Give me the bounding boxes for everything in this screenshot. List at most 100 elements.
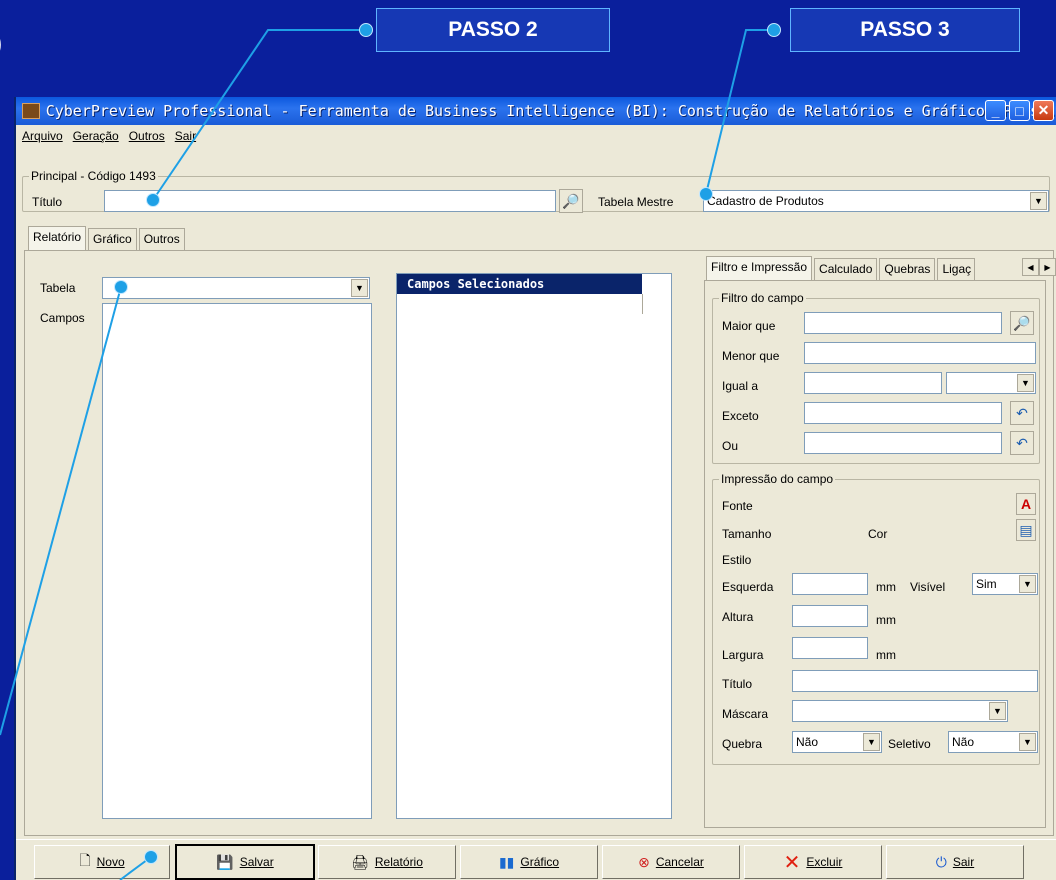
cor-label: Cor [868,527,888,541]
menu-sair[interactable]: Sair [175,129,196,143]
menu-arquivo[interactable]: Arquivo [22,129,63,143]
fonte-label: Fonte [722,499,753,513]
tab-scroll-right-icon[interactable]: ▶ [1039,258,1056,276]
tabela-select[interactable]: ▼ [102,277,370,299]
tab-relatorio[interactable]: Relatório [28,226,87,250]
app-window: CyberPreview Professional - Ferramenta d… [14,97,1056,880]
igual-a-label: Igual a [722,379,759,393]
chevron-down-icon[interactable]: ▼ [863,733,880,751]
font-icon[interactable]: A [1016,493,1036,515]
minimize-icon[interactable]: _ [985,100,1006,121]
altura-mm-label: mm [876,613,896,627]
main-tabs: Relatório Gráfico Outros [28,226,187,250]
altura-label: Altura [722,610,754,624]
tabela-mestre-select[interactable]: Cadastro de Produtos ▼ [703,190,1049,212]
titulo-input[interactable] [104,190,556,212]
search-icon[interactable]: 🔎 [559,189,583,213]
principal-group-title: Principal - Código 1493 [29,169,158,183]
maior-que-input[interactable] [804,312,1002,334]
callout-dot [144,850,158,864]
right-tabs: Filtro e Impressão Calculado Quebras Lig… [706,256,977,280]
relatorio-button[interactable]: 🖨 Relatório [318,845,456,879]
callout-dot [146,193,160,207]
callout-dot [767,23,781,37]
tab-grafico[interactable]: Gráfico [88,228,137,250]
cancelar-button[interactable]: ⊗ Cancelar [602,845,740,879]
maximize-icon[interactable]: □ [1009,100,1030,121]
igual-a-select[interactable]: ▼ [946,372,1036,394]
campos-label: Campos [40,311,85,325]
menor-que-input[interactable] [804,342,1036,364]
cancel-icon: ⊗ [638,853,650,870]
printer-icon: 🖨 [351,853,369,870]
save-icon: 💾 [216,853,234,870]
titulo-campo-input[interactable] [792,670,1038,692]
largura-input[interactable] [792,637,868,659]
close-icon[interactable]: ✕ [1033,100,1054,121]
campos-selecionados-list[interactable]: Campos Selecionados [396,273,672,819]
quebra-select[interactable]: Não ▼ [792,731,882,753]
chevron-down-icon[interactable]: ▼ [1019,733,1036,751]
undo-icon[interactable]: ↶ [1010,401,1034,425]
campos-list[interactable] [102,303,372,819]
delete-x-icon: ✕ [783,851,801,874]
sair-button[interactable]: ⏻ Sair [886,845,1024,879]
igual-a-input[interactable] [804,372,942,394]
title-bar[interactable]: CyberPreview Professional - Ferramenta d… [16,97,1056,125]
step-3-callout: PASSO 3 [790,8,1020,52]
chevron-down-icon[interactable]: ▼ [351,279,368,297]
callout-dot [699,187,713,201]
visivel-label: Visível [910,580,946,594]
tamanho-label: Tamanho [722,527,772,541]
excluir-button[interactable]: ✕ Excluir [744,845,882,879]
grafico-button[interactable]: ▮▮ Gráfico [460,845,598,879]
bar-chart-icon: ▮▮ [498,853,515,870]
filtro-group-title: Filtro do campo [719,291,806,305]
button-bar: 🗋 Novo 💾 Salvar 🖨 Relatório ▮▮ Gráfico ⊗ Canc… [16,839,1056,880]
altura-input[interactable] [792,605,868,627]
tabela-mestre-label: Tabela Mestre [598,195,674,209]
esquerda-label: Esquerda [722,580,774,594]
maior-que-label: Maior que [722,319,776,333]
slide-edge-char: ) [0,30,2,58]
quebra-label: Quebra [722,737,763,751]
chevron-down-icon[interactable]: ▼ [989,702,1006,720]
seletivo-label: Seletivo [888,737,931,751]
search-icon[interactable]: 🔎 [1010,311,1034,335]
tab-outros[interactable]: Outros [138,228,185,250]
seletivo-select[interactable]: Não ▼ [948,731,1038,753]
estilo-label: Estilo [722,553,752,567]
ou-input[interactable] [804,432,1002,454]
visivel-select[interactable]: Sim ▼ [972,573,1038,595]
esquerda-input[interactable] [792,573,868,595]
tab-scroll-left-icon[interactable]: ◀ [1022,258,1039,276]
exceto-input[interactable] [804,402,1002,424]
undo-icon[interactable]: ↶ [1010,431,1034,455]
power-icon: ⏻ [935,853,947,870]
app-icon [22,103,40,119]
tab-quebras[interactable]: Quebras [879,258,936,280]
esquerda-mm-label: mm [876,580,896,594]
callout-dot [114,280,128,294]
tab-filtro-impressao[interactable]: Filtro e Impressão [706,256,813,280]
chevron-down-icon[interactable]: ▼ [1030,192,1047,210]
exceto-label: Exceto [722,409,759,423]
menu-geracao[interactable]: Geração [73,129,119,143]
mascara-label: Máscara [722,707,769,721]
tab-ligacoes[interactable]: Ligaç [937,258,976,280]
chevron-down-icon[interactable]: ▼ [1017,374,1034,392]
impressao-group-title: Impressão do campo [719,472,836,486]
chevron-down-icon[interactable]: ▼ [1019,575,1036,593]
color-icon[interactable]: ▤ [1016,519,1036,541]
salvar-button[interactable]: 💾 Salvar [175,844,315,880]
titulo-label: Título [32,195,63,209]
ou-label: Ou [722,439,739,453]
menu-outros[interactable]: Outros [129,129,165,143]
titulo-campo-label: Título [722,677,753,691]
tab-calculado[interactable]: Calculado [814,258,878,280]
callout-dot [359,23,373,37]
mascara-select[interactable]: ▼ [792,700,1008,722]
campos-selecionados-header: Campos Selecionados [397,274,642,294]
largura-mm-label: mm [876,648,896,662]
window-title: CyberPreview Professional - Ferramenta d… [45,102,1056,120]
